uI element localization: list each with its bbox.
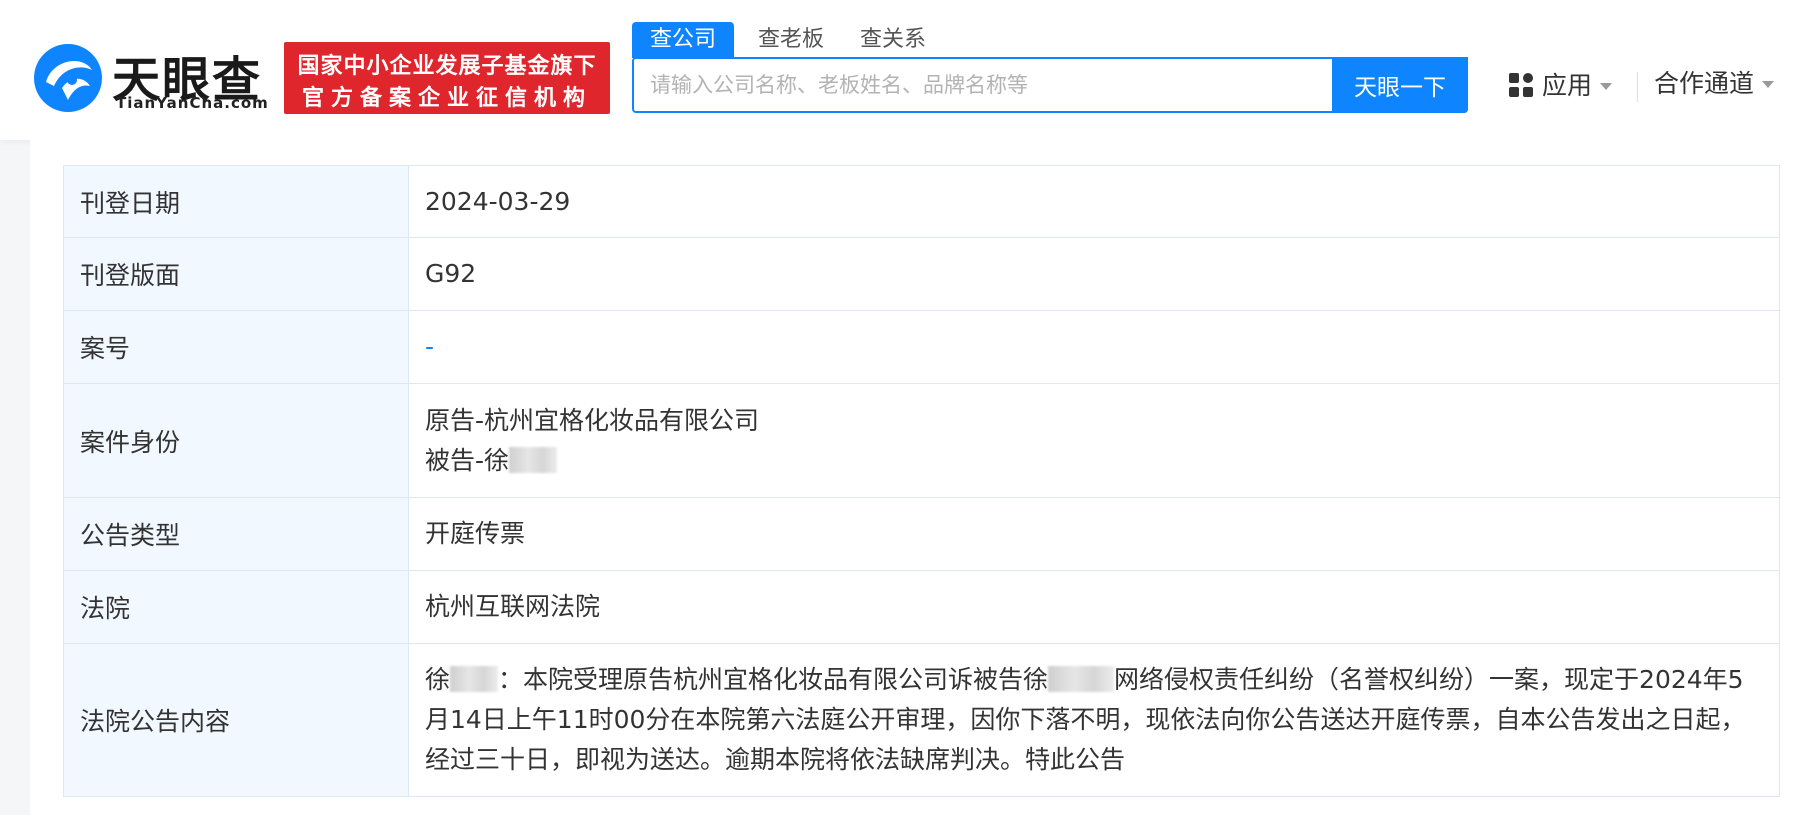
row-label: 案号 [63, 310, 409, 384]
table-row: 公告类型 开庭传票 [63, 497, 1780, 571]
row-label: 刊登版面 [63, 237, 409, 311]
badge-line-1: 国家中小企业发展子基金旗下 [297, 54, 597, 79]
tianyancha-logo-icon [34, 44, 102, 112]
chevron-down-icon [1762, 81, 1775, 88]
publish-date-value: 2024-03-29 [408, 165, 1780, 238]
nav-cooperation[interactable]: 合作通道 [1654, 68, 1775, 100]
brand-domain: TianYanCha.com [116, 94, 269, 112]
announcement-detail-table: 刊登日期 2024-03-29 刊登版面 G92 案号 - 案件身份 原告-杭州… [63, 165, 1780, 797]
apps-grid-icon [1509, 73, 1533, 97]
brand-logo[interactable]: 天眼查 TianYanCha.com [32, 42, 272, 118]
nav-divider [1637, 72, 1638, 102]
table-row: 刊登日期 2024-03-29 [63, 165, 1780, 238]
table-row: 案件身份 原告-杭州宜格化妆品有限公司 被告-徐 [63, 383, 1780, 498]
announcement-content: 徐：本院受理原告杭州宜格化妆品有限公司诉被告徐 网络侵权责任纠纷（名誉权纠纷）一案… [408, 643, 1780, 797]
announcement-type-value: 开庭传票 [408, 497, 1780, 571]
certification-badge: 国家中小企业发展子基金旗下 官方备案企业征信机构 [284, 42, 610, 114]
publish-page-value: G92 [408, 237, 1780, 311]
tab-company[interactable]: 查公司 [632, 22, 735, 58]
table-row: 法院 杭州互联网法院 [63, 570, 1780, 644]
badge-line-2: 官方备案企业征信机构 [301, 86, 592, 111]
main-content: 刊登日期 2024-03-29 刊登版面 G92 案号 - 案件身份 原告-杭州… [30, 140, 1797, 815]
search-button[interactable]: 天眼一下 [1332, 57, 1468, 113]
redacted-name [450, 666, 499, 692]
case-number-value[interactable]: - [425, 332, 434, 361]
row-label: 刊登日期 [63, 165, 409, 238]
defendant-prefix: 被告-徐 [425, 445, 510, 475]
nav-coop-label: 合作通道 [1654, 69, 1755, 98]
chevron-down-icon [1600, 83, 1613, 90]
row-label: 公告类型 [63, 497, 409, 571]
nav-apps-label: 应用 [1542, 71, 1593, 100]
table-row: 法院公告内容 徐：本院受理原告杭州宜格化妆品有限公司诉被告徐 网络侵权责任纠纷（名… [63, 643, 1780, 797]
redacted-name [509, 446, 558, 473]
row-label: 法院 [63, 570, 409, 644]
tab-relation[interactable]: 查关系 [860, 22, 926, 58]
table-row: 刊登版面 G92 [63, 237, 1780, 311]
nav-apps[interactable]: 应用 [1508, 70, 1613, 102]
court-value: 杭州互联网法院 [408, 570, 1780, 644]
content-prefix: 徐 [425, 665, 451, 694]
search-box: 天眼一下 [632, 57, 1468, 113]
top-header: 天眼查 TianYanCha.com 国家中小企业发展子基金旗下 官方备案企业征… [0, 0, 1797, 140]
row-label: 案件身份 [63, 383, 409, 498]
search-input[interactable] [634, 59, 1362, 111]
plaintiff-line: 原告-杭州宜格化妆品有限公司 [425, 405, 760, 435]
defendant-line: 被告-徐 [425, 441, 1763, 481]
tab-boss[interactable]: 查老板 [758, 22, 824, 58]
table-row: 案号 - [63, 310, 1780, 384]
row-label: 法院公告内容 [63, 643, 409, 797]
redacted-name [1048, 666, 1115, 692]
content-mid: ：本院受理原告杭州宜格化妆品有限公司诉被告徐 [498, 665, 1049, 694]
